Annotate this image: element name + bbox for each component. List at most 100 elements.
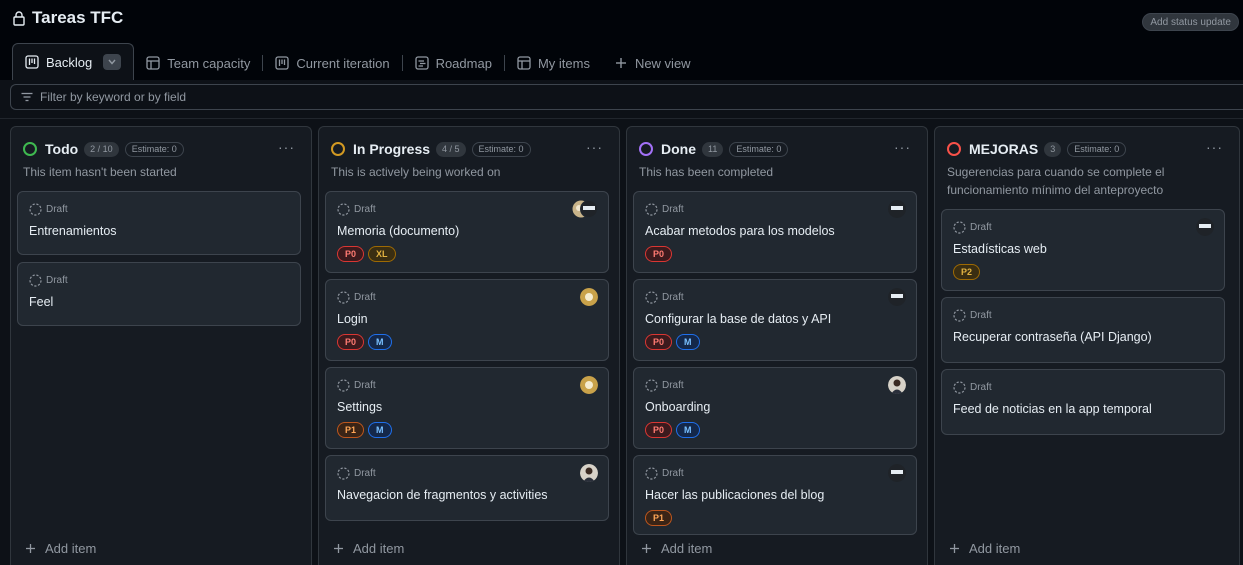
- priority-label[interactable]: P1: [645, 510, 673, 526]
- chevron-down-icon: [108, 59, 116, 65]
- project-header: Tareas TFC Add status update Backlog Tea…: [0, 0, 1243, 80]
- add-item-label: Add item: [353, 541, 405, 556]
- avatar-group[interactable]: [572, 200, 598, 218]
- card[interactable]: Draft Recuperar contraseña (API Django): [941, 297, 1225, 363]
- card-title[interactable]: Login: [337, 312, 368, 326]
- tab-current-iteration[interactable]: Current iteration: [263, 46, 401, 80]
- size-label[interactable]: M: [676, 422, 700, 438]
- card[interactable]: Draft Memoria (documento) P0 XL: [325, 191, 609, 273]
- draft-indicator: Draft: [337, 467, 376, 480]
- size-label[interactable]: M: [676, 334, 700, 350]
- plus-icon: [642, 544, 651, 553]
- draft-label: Draft: [46, 275, 68, 286]
- item-count-badge: 2 / 10: [84, 141, 119, 157]
- column-menu-button[interactable]: ···: [586, 139, 603, 155]
- draft-circle-icon: [645, 291, 658, 304]
- avatar[interactable]: [580, 288, 598, 306]
- priority-label[interactable]: P0: [337, 246, 365, 262]
- add-item-label: Add item: [969, 541, 1021, 556]
- plus-icon: [334, 544, 343, 553]
- column-menu-button[interactable]: ···: [278, 139, 295, 155]
- add-item-button[interactable]: Add item: [25, 541, 96, 556]
- card-title[interactable]: Settings: [337, 400, 382, 414]
- card-title[interactable]: Feed de noticias en la app temporal: [953, 402, 1152, 416]
- avatar[interactable]: [1196, 218, 1214, 236]
- draft-label: Draft: [354, 204, 376, 215]
- card-title[interactable]: Configurar la base de datos y API: [645, 312, 831, 326]
- add-status-update-button[interactable]: Add status update: [1142, 13, 1239, 31]
- priority-label[interactable]: P0: [337, 334, 365, 350]
- card-title[interactable]: Entrenamientos: [29, 224, 117, 238]
- card[interactable]: Draft Configurar la base de datos y API …: [633, 279, 917, 361]
- priority-label[interactable]: P1: [337, 422, 365, 438]
- draft-circle-icon: [337, 203, 350, 216]
- card[interactable]: Draft Navegacion de fragmentos y activit…: [325, 455, 609, 521]
- tab-roadmap[interactable]: Roadmap: [403, 46, 504, 80]
- avatar[interactable]: [888, 376, 906, 394]
- card-title[interactable]: Recuperar contraseña (API Django): [953, 330, 1152, 344]
- tab-backlog[interactable]: Backlog: [12, 43, 135, 80]
- card[interactable]: Draft Entrenamientos: [17, 191, 301, 255]
- add-item-button[interactable]: Add item: [949, 541, 1020, 556]
- draft-indicator: Draft: [337, 203, 376, 216]
- add-item-label: Add item: [661, 541, 713, 556]
- card-title[interactable]: Onboarding: [645, 400, 710, 414]
- card[interactable]: Draft Onboarding P0 M: [633, 367, 917, 449]
- tab-team-capacity[interactable]: Team capacity: [134, 46, 262, 80]
- avatar[interactable]: [580, 376, 598, 394]
- add-item-button[interactable]: Add item: [641, 541, 712, 556]
- tab-label: My items: [537, 55, 590, 71]
- priority-label[interactable]: P0: [645, 422, 673, 438]
- draft-indicator: Draft: [337, 379, 376, 392]
- column-menu-button[interactable]: ···: [894, 139, 911, 155]
- card[interactable]: Draft Acabar metodos para los modelos P0: [633, 191, 917, 273]
- size-label[interactable]: M: [368, 422, 392, 438]
- card-labels: P1 M: [337, 422, 392, 438]
- card[interactable]: Draft Login P0 M: [325, 279, 609, 361]
- draft-label: Draft: [970, 222, 992, 233]
- card-title[interactable]: Feel: [29, 295, 53, 309]
- card-title[interactable]: Hacer las publicaciones del blog: [645, 488, 824, 502]
- card-title[interactable]: Memoria (documento): [337, 224, 459, 238]
- card[interactable]: Draft Feed de noticias en la app tempora…: [941, 369, 1225, 435]
- draft-label: Draft: [46, 204, 68, 215]
- add-item-button[interactable]: Add item: [333, 541, 404, 556]
- size-label[interactable]: XL: [368, 246, 396, 262]
- priority-label[interactable]: P2: [953, 264, 981, 280]
- draft-indicator: Draft: [645, 203, 684, 216]
- draft-circle-icon: [337, 467, 350, 480]
- priority-label[interactable]: P0: [645, 246, 673, 262]
- card-title[interactable]: Acabar metodos para los modelos: [645, 224, 835, 238]
- avatar[interactable]: [888, 288, 906, 306]
- size-label[interactable]: M: [368, 334, 392, 350]
- status-circle-icon: [947, 142, 961, 156]
- column-description: This has been completed: [639, 165, 774, 179]
- card[interactable]: Draft Settings P1 M: [325, 367, 609, 449]
- card-title[interactable]: Navegacion de fragmentos y activities: [337, 488, 548, 502]
- roadmap-icon: [414, 56, 429, 70]
- draft-indicator: Draft: [953, 221, 992, 234]
- tab-my-items[interactable]: My items: [505, 46, 602, 80]
- draft-circle-icon: [645, 203, 658, 216]
- tab-label: Current iteration: [296, 55, 390, 71]
- draft-circle-icon: [29, 203, 42, 216]
- card[interactable]: Draft Feel: [17, 262, 301, 326]
- new-view-button[interactable]: New view: [602, 46, 703, 80]
- column-header: Todo 2 / 10 Estimate: 0: [23, 141, 184, 157]
- column-description: Sugerencias para cuando se complete el f…: [947, 165, 1165, 197]
- card-title[interactable]: Estadísticas web: [953, 242, 1047, 256]
- column-menu-button[interactable]: ···: [1206, 139, 1223, 155]
- view-options-button[interactable]: [103, 54, 122, 70]
- column-title: In Progress: [353, 141, 431, 157]
- column-done: Done 11 Estimate: 0 ··· This has been co…: [626, 126, 928, 565]
- avatar[interactable]: [888, 200, 906, 218]
- column-title: Done: [661, 141, 696, 157]
- filter-input[interactable]: Filter by keyword or by field: [10, 84, 1243, 110]
- avatar[interactable]: [580, 464, 598, 482]
- draft-circle-icon: [645, 467, 658, 480]
- board-icon: [25, 55, 39, 69]
- card[interactable]: Draft Hacer las publicaciones del blog P…: [633, 455, 917, 535]
- card[interactable]: Draft Estadísticas web P2: [941, 209, 1225, 291]
- priority-label[interactable]: P0: [645, 334, 673, 350]
- avatar[interactable]: [888, 464, 906, 482]
